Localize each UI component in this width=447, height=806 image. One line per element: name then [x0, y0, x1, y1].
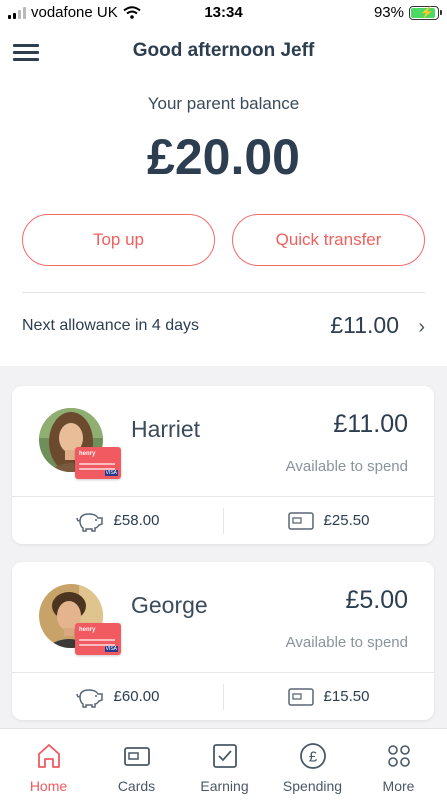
piggy-bank-icon: [75, 688, 103, 708]
allowance-label: Next allowance in 4 days: [22, 317, 199, 334]
tab-earning[interactable]: Earning: [180, 729, 269, 806]
card-amount: £25.50: [323, 512, 370, 529]
child-balance: £11.00: [333, 410, 408, 438]
balance-label: Your parent balance: [147, 94, 300, 113]
savings-amount: £60.00: [113, 688, 160, 705]
battery-percent: 93%: [373, 4, 404, 21]
tab-cards[interactable]: Cards: [92, 729, 181, 806]
child-card-george[interactable]: henry VISA George £5.00 Available to spe…: [12, 562, 434, 720]
card-icon: [287, 687, 314, 706]
savings-pot[interactable]: £60.00: [12, 673, 223, 720]
piggy-bank-icon: [75, 512, 103, 532]
child-balance: £5.00: [345, 586, 408, 614]
card-thumbnail: henry VISA: [75, 623, 121, 655]
savings-amount: £58.00: [113, 512, 160, 529]
battery-icon: ⚡: [409, 5, 442, 20]
tab-label: Spending: [282, 778, 343, 794]
available-label: Available to spend: [285, 458, 408, 475]
next-allowance-row[interactable]: Next allowance in 4 days £11.00 ›: [0, 293, 447, 365]
savings-pot[interactable]: £58.00: [12, 497, 223, 544]
chevron-right-icon: ›: [418, 316, 425, 338]
pound-icon: £: [300, 743, 326, 769]
tab-bar: Home Cards Earning £ Spending More: [0, 728, 447, 806]
children-list: henry VISA Harriet £11.00 Available to s…: [0, 366, 447, 728]
tab-label: Earning: [200, 778, 249, 794]
checkbox-icon: [213, 744, 237, 768]
more-icon: [388, 745, 410, 767]
svg-text:£: £: [309, 749, 318, 766]
page-title: Good afternoon Jeff: [132, 40, 315, 61]
card-balance[interactable]: £15.50: [223, 673, 434, 720]
tab-more[interactable]: More: [354, 729, 443, 806]
balance-section: Good afternoon Jeff Your parent balance …: [0, 26, 447, 366]
card-balance[interactable]: £25.50: [223, 497, 434, 544]
card-thumbnail: henry VISA: [75, 447, 121, 479]
card-amount: £15.50: [323, 688, 370, 705]
top-up-button[interactable]: Top up: [22, 214, 215, 266]
child-name: George: [131, 592, 208, 618]
available-label: Available to spend: [285, 634, 408, 651]
child-name: Harriet: [131, 416, 201, 442]
tab-label: More: [382, 778, 415, 794]
tab-spending[interactable]: £ Spending: [268, 729, 357, 806]
status-bar: vodafone UK 13:34 93% ⚡: [0, 0, 447, 26]
quick-transfer-button[interactable]: Quick transfer: [232, 214, 425, 266]
tab-label: Cards: [117, 778, 156, 794]
allowance-amount: £11.00: [330, 312, 399, 338]
child-card-harriet[interactable]: henry VISA Harriet £11.00 Available to s…: [12, 386, 434, 544]
status-right: 93% ⚡: [373, 4, 442, 21]
card-icon: [124, 747, 150, 766]
balance-amount: £20.00: [147, 129, 300, 185]
tab-label: Home: [29, 778, 68, 794]
home-icon: [38, 744, 60, 768]
card-icon: [287, 511, 314, 530]
tab-home[interactable]: Home: [4, 729, 93, 806]
